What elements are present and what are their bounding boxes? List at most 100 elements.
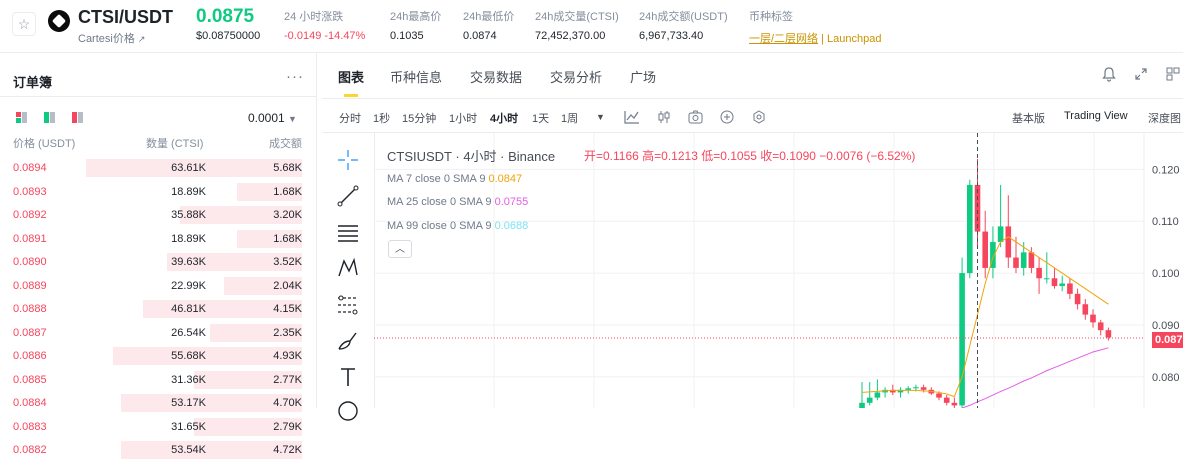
interval-1h[interactable]: 1小时 xyxy=(449,110,477,126)
orderbook-row[interactable]: 0.0894 63.61K 5.68K xyxy=(0,158,316,178)
orderbook-bids-icon[interactable] xyxy=(44,112,55,123)
row-total: 4.70K xyxy=(273,397,302,409)
candle xyxy=(1105,330,1112,338)
row-total: 1.68K xyxy=(273,185,302,198)
orderbook-row[interactable]: 0.0883 31.65K 2.79K xyxy=(0,417,316,437)
interval-15m[interactable]: 15分钟 xyxy=(402,110,436,126)
row-total: 4.72K xyxy=(273,444,302,456)
orderbook-asks-icon[interactable] xyxy=(72,112,83,123)
row-total: 4.15K xyxy=(273,303,302,315)
orderbook-row[interactable]: 0.0887 26.54K 2.35K xyxy=(0,323,316,343)
row-price: 0.0884 xyxy=(13,397,47,409)
stat-low-value: 0.0874 xyxy=(463,30,497,42)
interval-more-caret-icon[interactable]: ▼ xyxy=(596,112,605,122)
interval-1s[interactable]: 1秒 xyxy=(373,110,390,126)
chart-panel: 图表 币种信息 交易数据 交易分析 广场 分时 1秒 15分钟 1小时 4小时 … xyxy=(322,52,1183,421)
candle xyxy=(951,402,958,406)
row-price: 0.0894 xyxy=(13,162,47,174)
precision-select[interactable]: 0.0001 ▼ xyxy=(248,111,297,125)
row-price: 0.0886 xyxy=(13,350,47,362)
row-amount: 63.61K xyxy=(171,162,206,174)
pair-title[interactable]: CTSI/USDT xyxy=(78,7,173,28)
measure-icon[interactable] xyxy=(336,399,360,423)
interval-4h[interactable]: 4小时 xyxy=(490,110,518,126)
y-tick-label: 0.110 xyxy=(1152,216,1179,228)
row-price: 0.0883 xyxy=(13,420,47,433)
orderbook-row[interactable]: 0.0889 22.99K 2.04K xyxy=(0,276,316,296)
row-total: 2.04K xyxy=(273,279,302,292)
expand-icon[interactable] xyxy=(1133,66,1149,82)
row-amount: 53.17K xyxy=(171,397,206,409)
crosshair-icon[interactable] xyxy=(336,148,360,172)
interval-timeline[interactable]: 分时 xyxy=(339,110,361,126)
view-basic[interactable]: 基本版 xyxy=(1012,110,1045,126)
bell-icon[interactable] xyxy=(1101,66,1117,82)
col-price-header: 价格 (USDT) xyxy=(13,138,76,150)
favorite-star-icon[interactable]: ☆ xyxy=(12,12,36,36)
orderbook-row[interactable]: 0.0892 35.88K 3.20K xyxy=(0,205,316,225)
candle xyxy=(967,184,973,274)
candle xyxy=(1051,278,1058,287)
candle xyxy=(859,402,865,408)
stat-change-label: 24 小时涨跌 xyxy=(284,11,344,23)
candle xyxy=(997,226,1004,242)
current-price-label: 0.087 xyxy=(1152,332,1183,348)
orderbook-row[interactable]: 0.0888 46.81K 4.15K xyxy=(0,299,316,319)
row-price: 0.0892 xyxy=(13,209,47,221)
collapse-legend-icon[interactable]: ︿ xyxy=(388,240,412,258)
horizontal-lines-icon[interactable] xyxy=(336,221,360,245)
tag-value[interactable]: 一层/二层网络 | Launchpad xyxy=(749,30,882,46)
tag-label: 币种标签 xyxy=(749,11,793,23)
more-options-icon[interactable]: ··· xyxy=(286,68,304,85)
candle xyxy=(913,387,919,389)
row-total: 1.68K xyxy=(273,232,302,245)
text-tool-icon[interactable] xyxy=(336,365,360,389)
stat-volume-label: 24h成交量(CTSI) xyxy=(535,11,619,23)
interval-1d[interactable]: 1天 xyxy=(532,110,549,126)
tab-trading-analysis[interactable]: 交易分析 xyxy=(550,67,602,86)
candle xyxy=(959,273,965,406)
y-tick-label: 0.120 xyxy=(1152,164,1180,176)
coin-name-link[interactable]: Cartesi价格 ↗ xyxy=(78,30,145,46)
candle xyxy=(905,388,911,390)
fib-tool-icon[interactable] xyxy=(336,293,360,317)
pattern-icon[interactable] xyxy=(336,256,360,280)
orderbook-row[interactable]: 0.0893 18.89K 1.68K xyxy=(0,182,316,202)
interval-1w[interactable]: 1周 xyxy=(561,110,578,126)
candle xyxy=(1059,283,1065,287)
row-amount: 31.36K xyxy=(171,373,206,386)
candle-style-icon[interactable] xyxy=(657,110,671,124)
row-price: 0.0887 xyxy=(13,326,47,339)
row-amount: 31.65K xyxy=(171,420,206,433)
tab-square[interactable]: 广场 xyxy=(630,67,656,86)
camera-icon[interactable] xyxy=(688,110,703,124)
candle xyxy=(920,387,927,390)
candle xyxy=(866,397,873,403)
settings-icon[interactable] xyxy=(752,110,766,124)
orderbook-row[interactable]: 0.0882 53.54K 4.72K xyxy=(0,440,316,460)
y-tick-label: 0.100 xyxy=(1152,268,1180,280)
trend-line-icon[interactable] xyxy=(336,184,360,208)
order-book-title: 订单簿 xyxy=(13,75,53,90)
row-total: 2.77K xyxy=(273,373,302,386)
orderbook-both-icon[interactable] xyxy=(16,112,27,123)
orderbook-row[interactable]: 0.0885 31.36K 2.77K xyxy=(0,370,316,390)
indicator-chart-icon[interactable] xyxy=(624,110,640,124)
orderbook-row[interactable]: 0.0891 18.89K 1.68K xyxy=(0,229,316,249)
tab-coin-info[interactable]: 币种信息 xyxy=(390,67,442,86)
orderbook-row[interactable]: 0.0884 53.17K 4.70K xyxy=(0,393,316,413)
add-indicator-icon[interactable] xyxy=(720,110,734,124)
orderbook-row[interactable]: 0.0890 39.63K 3.52K xyxy=(0,252,316,272)
order-book-panel: 订单簿 ··· 0.0001 ▼ 价格 (USDT) 数量 (CTSI) 成交额… xyxy=(0,52,317,459)
view-depth[interactable]: 深度图 xyxy=(1148,110,1181,126)
tab-chart[interactable]: 图表 xyxy=(338,67,364,86)
row-amount: 18.89K xyxy=(171,232,206,245)
view-tradingview[interactable]: Trading View xyxy=(1064,110,1128,122)
grid-layout-icon[interactable] xyxy=(1165,66,1181,82)
ohlc-legend: 开=0.1166 高=0.1213 低=0.1055 收=0.1090 −0.0… xyxy=(584,149,916,163)
tab-trading-data[interactable]: 交易数据 xyxy=(470,67,522,86)
candle xyxy=(1067,283,1073,294)
row-amount: 26.54K xyxy=(171,326,206,339)
brush-icon[interactable] xyxy=(336,329,360,353)
orderbook-row[interactable]: 0.0886 55.68K 4.93K xyxy=(0,346,316,366)
